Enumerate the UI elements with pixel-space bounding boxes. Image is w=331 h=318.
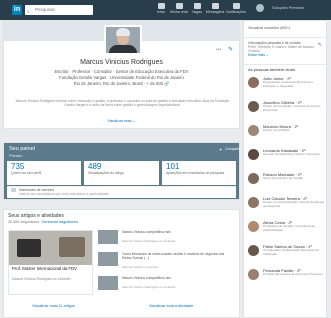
articles-title: Seus artigos e atividades <box>8 213 64 219</box>
activity-thumbnail <box>98 252 118 266</box>
article-author: Marcus Vinicius Rodrigues no LinkedIn <box>12 277 71 281</box>
profile-name: Marcus Vinicius Rodrigues <box>80 59 163 66</box>
avatar <box>248 125 259 136</box>
linkedin-logo[interactable]: in <box>12 5 22 15</box>
divider <box>244 64 326 65</box>
people-also-viewed-title: As pessoas também viram <box>248 67 296 72</box>
person-item[interactable]: Luiz Cláudio Teixeira · 2º Doutor em Admi… <box>248 196 326 218</box>
edit-pencil-icon[interactable]: ✎ <box>228 46 233 53</box>
top-nav-bar: in ⌕ Pesquisar Início Minha rede Vagas M… <box>0 0 331 20</box>
profile-photo[interactable] <box>104 25 142 55</box>
activity-thumbnail <box>98 230 118 244</box>
home-icon <box>157 3 165 9</box>
search-placeholder: Pesquisar <box>35 7 56 12</box>
nav-item-notifications[interactable]: Notificações <box>225 2 247 14</box>
featured-article[interactable]: Prof. Master Internacional da FDV Marcus… <box>8 230 93 295</box>
avatar <box>248 221 259 232</box>
nav-item-messaging[interactable]: Mensagens <box>204 2 226 14</box>
profile-card: ••• ✎ Marcus Vinicius Rodrigues Escritor… <box>3 20 240 129</box>
premium-link[interactable]: Soluções Premium <box>272 6 304 10</box>
person-item[interactable]: Maurício Moura · 2º Diretor na Gt Brasil <box>248 124 326 146</box>
avatar <box>248 173 259 184</box>
dashboard-panel: Seu painel Privado ✦ Completo 735 Quem v… <box>3 142 240 200</box>
dashboard-title: Seu painel <box>9 146 35 152</box>
person-item[interactable]: Fábio Santos de Souza · 2º Coordenador de… <box>248 244 326 266</box>
article-image <box>9 231 92 265</box>
article-title: Prof. Master Internacional da FDV <box>12 266 77 271</box>
more-icon[interactable]: ••• <box>216 47 221 53</box>
contact-info: Informações pessoais e de contato Perfil… <box>248 41 324 57</box>
stat-profile-views[interactable]: 735 Quem viu seu perfil <box>7 161 81 185</box>
avatar <box>248 197 259 208</box>
followers-line: 20.480 seguidores Gerenciar seguidores <box>8 220 78 224</box>
avatar <box>248 269 259 280</box>
dashboard-subtitle: Privado <box>9 153 23 158</box>
edit-pencil-icon[interactable]: ✎ <box>318 42 322 48</box>
avatar <box>248 77 259 88</box>
activity-item[interactable]: Marcus Vinicius compartilhou isto Marcus… <box>98 230 233 247</box>
bell-icon <box>232 3 240 9</box>
career-interests[interactable]: Interesses de carreira Informe aos recru… <box>7 186 236 198</box>
avatar <box>248 149 259 160</box>
message-icon <box>211 3 219 9</box>
divider <box>244 37 326 38</box>
activity-thumbnail <box>98 276 118 290</box>
person-item[interactable]: Leonardo Kawasaki · 2º Gerente de Marketi… <box>248 148 326 170</box>
person-item[interactable]: João Junior · 2º Pesquisador na área de E… <box>248 76 326 98</box>
right-sidebar: Visualizar conexões (500+) Informações p… <box>243 20 327 318</box>
see-all-articles-link[interactable]: Visualizar mais 11 artigos <box>32 304 75 308</box>
see-all-activity-link[interactable]: Visualizar toda a atividade <box>149 304 193 308</box>
search-input[interactable]: ⌕ Pesquisar <box>25 5 93 15</box>
activity-item[interactable]: Marcus Vinicius compartilhou isto Marcus… <box>98 276 233 293</box>
network-icon <box>175 3 183 9</box>
profile-location: Rio de Janeiro, Rio de Janeiro, Brasil ·… <box>73 81 170 86</box>
person-item[interactable]: Juscelino Oliveira · 2º Diretor da Fundaç… <box>248 100 326 122</box>
view-connections-link[interactable]: Visualizar conexões (500+) <box>248 26 324 30</box>
briefcase-icon <box>193 3 201 9</box>
person-item[interactable]: Robson Machado · 2º Sócio da Frontline de… <box>248 172 326 194</box>
search-icon: ⌕ <box>27 9 30 15</box>
manage-followers-link[interactable]: Gerenciar seguidores <box>41 220 77 224</box>
person-item[interactable]: Fernanda Paixão · 2º Profissional na área… <box>248 268 326 290</box>
person-item[interactable]: Alena Costa · 2º Professora de Gestão | C… <box>248 220 326 242</box>
edit-more-link[interactable]: Editar mais ⌄ <box>248 53 324 57</box>
see-more-link[interactable]: Visualizar mais ⌄ <box>4 119 239 123</box>
star-icon: ✦ <box>219 147 223 152</box>
profile-company: Fundação Getulio Vargas · Universidade F… <box>59 75 184 80</box>
articles-activity-card: Seus artigos e atividades 20.480 seguido… <box>3 209 240 318</box>
profile-headline: Escritor · Professor · Consultor · Gesto… <box>54 69 189 74</box>
activity-item[interactable]: Como funcionam as redes sociais: razões … <box>98 252 233 269</box>
me-avatar[interactable] <box>256 4 264 12</box>
profile-summary: Marcus Vinicius Rodrigues escreve sobre … <box>15 99 230 108</box>
stat-article-views[interactable]: 489 Visualizações do artigo <box>84 161 159 185</box>
all-star-label: Completo <box>225 147 241 151</box>
avatar <box>248 101 259 112</box>
stat-search-appearances[interactable]: 101 Aparições em resultados de pesquisa <box>162 161 236 185</box>
avatar <box>248 245 259 256</box>
